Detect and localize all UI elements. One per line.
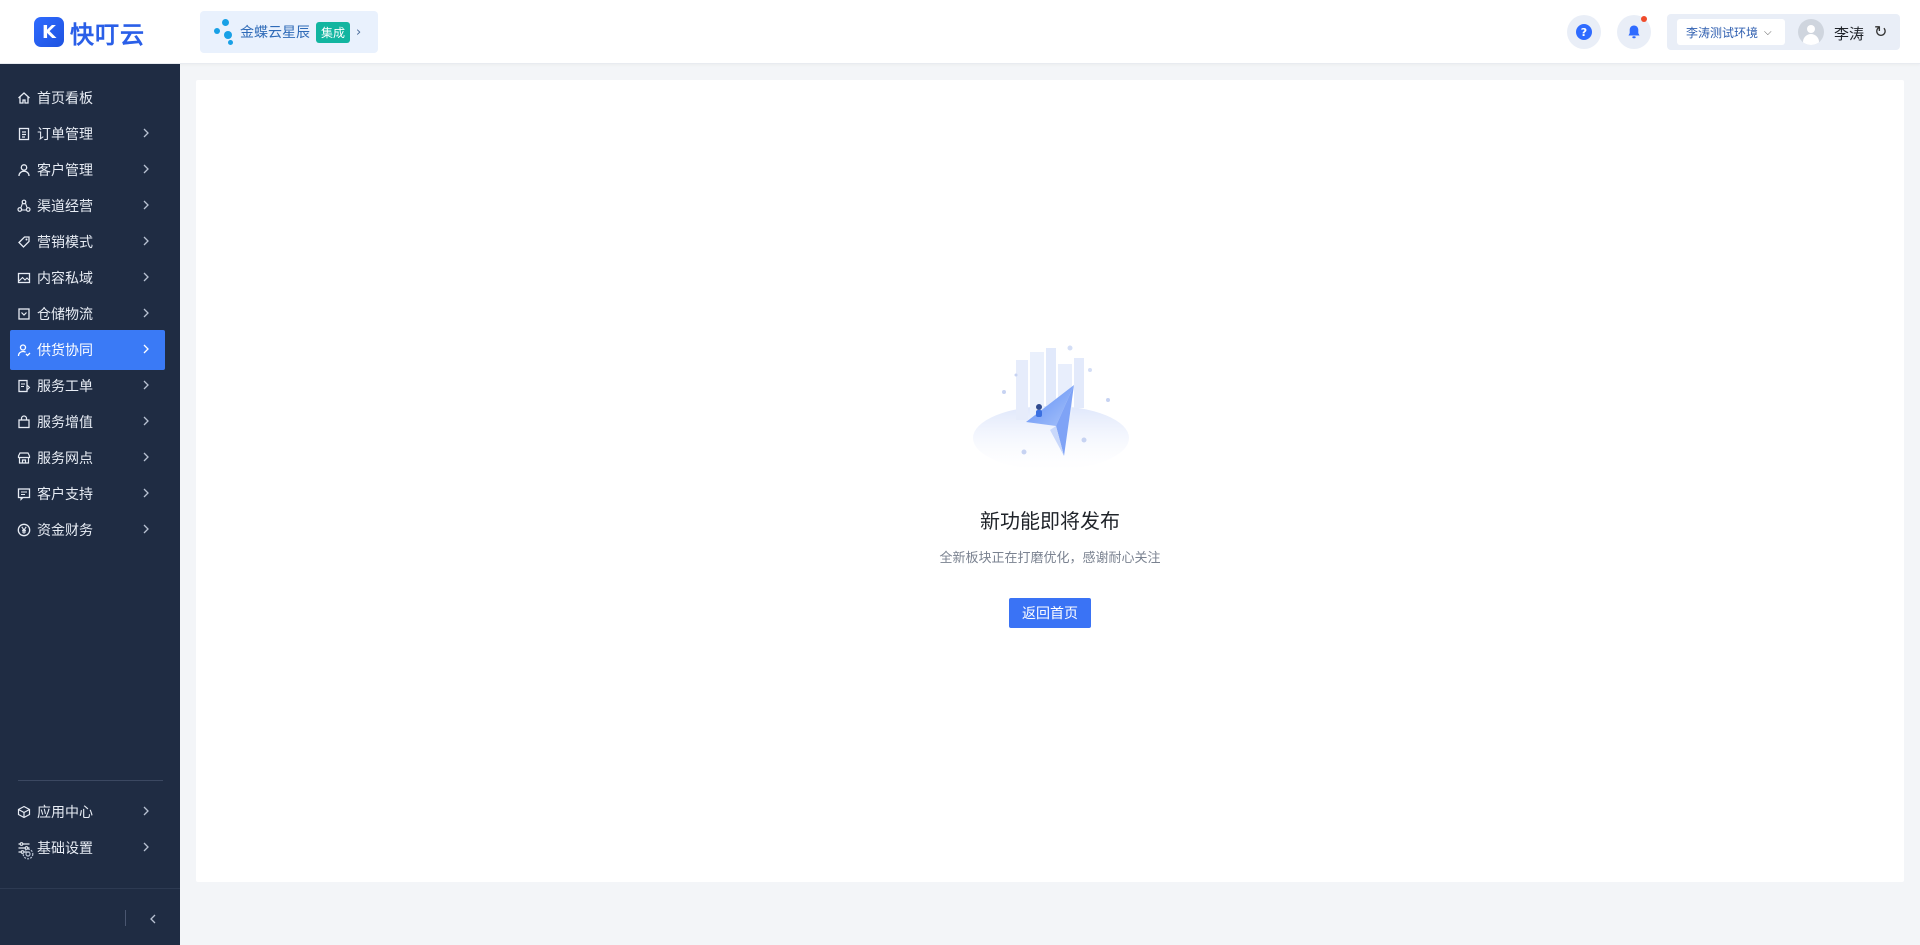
page-subtitle: 全新板块正在打磨优化，感谢耐心关注 [939, 551, 1161, 566]
help-icon: ? [1576, 24, 1592, 40]
sidebar-item-finance[interactable]: 资金财务 [10, 510, 165, 550]
user-panel: 李涛测试环境 ⌵ 李涛 ↻ [1667, 14, 1900, 50]
bag-icon [17, 415, 31, 429]
chevron-right-icon [139, 840, 153, 854]
ticket-icon [17, 379, 31, 393]
sidebar-item-supply[interactable]: 供货协同 [10, 330, 165, 370]
back-to-home-button[interactable]: 返回首页 [1009, 598, 1091, 628]
sidebar-item-label: 营销模式 [37, 235, 93, 251]
paper-plane-illustration [973, 345, 1129, 470]
sidebar-item-dashboard[interactable]: 首页看板 [10, 78, 165, 118]
chevron-right-icon [139, 162, 153, 176]
supply-icon [17, 343, 31, 357]
chevron-right-icon [139, 234, 153, 248]
sidebar-item-orders[interactable]: 订单管理 [10, 114, 165, 154]
brand-mark-icon: K [34, 17, 64, 47]
brand-name: 快叮云 [70, 20, 145, 49]
partner-badge: 集成 [316, 21, 351, 43]
refresh-icon[interactable]: ↻ [1874, 22, 1887, 41]
page-title: 新功能即将发布 [980, 509, 1120, 533]
sidebar-item-label: 服务网点 [37, 451, 93, 467]
sidebar-item-label: 服务工单 [37, 379, 93, 395]
user-name[interactable]: 李涛 [1834, 23, 1864, 44]
brand-logo[interactable]: K 快叮云 [34, 17, 145, 49]
notifications-button[interactable] [1617, 15, 1651, 49]
sidebar-item-customers[interactable]: 客户管理 [10, 150, 165, 190]
environment-select[interactable]: 李涛测试环境 ⌵ [1677, 19, 1785, 45]
channel-icon [17, 199, 31, 213]
partner-logo-icon [214, 19, 236, 45]
partner-integration-button[interactable]: 金蝶云星辰 集成 › [200, 11, 378, 53]
chevron-right-icon [139, 198, 153, 212]
chevron-right-icon: › [356, 24, 362, 40]
partner-name: 金蝶云星辰 [240, 25, 310, 41]
sidebar-item-warehouse[interactable]: 仓储物流 [10, 294, 165, 334]
chevron-right-icon [139, 522, 153, 536]
collapse-sidebar-icon[interactable] [146, 911, 160, 925]
support-icon [17, 487, 31, 501]
sidebar-item-label: 服务增值 [37, 415, 93, 431]
sidebar-footer-separator [125, 910, 126, 926]
sidebar-item-label: 基础设置 [37, 841, 93, 857]
bell-icon [1628, 25, 1640, 39]
store-icon [17, 451, 31, 465]
clipboard-icon [17, 127, 31, 141]
top-header: K 快叮云 金蝶云星辰 集成 › ? 李涛测试环境 ⌵ 李涛 ↻ [0, 0, 1920, 64]
environment-select-value: 李涛测试环境 [1686, 25, 1759, 40]
tag-icon [17, 235, 31, 249]
user-icon [17, 163, 31, 177]
sidebar-item-label: 渠道经营 [37, 199, 93, 215]
sidebar-item-label: 应用中心 [37, 805, 93, 821]
sidebar-item-service-orders[interactable]: 服务工单 [10, 366, 165, 406]
sidebar-item-label: 供货协同 [37, 343, 93, 359]
box-icon [17, 307, 31, 321]
chevron-right-icon [139, 450, 153, 464]
sidebar-item-label: 资金财务 [37, 523, 93, 539]
help-button[interactable]: ? [1567, 15, 1601, 49]
sidebar-item-label: 内容私域 [37, 271, 93, 287]
sidebar-item-label: 客户管理 [37, 163, 93, 179]
gear-icon[interactable] [21, 846, 35, 860]
sidebar-item-app-center[interactable]: 应用中心 [10, 792, 165, 832]
yen-icon [17, 523, 31, 537]
chevron-right-icon [139, 306, 153, 320]
image-icon [17, 271, 31, 285]
chevron-right-icon [139, 270, 153, 284]
sidebar: 首页看板 订单管理 客户管理 渠道经营 营销模式 内容私域 仓储物流 供货协同 … [0, 64, 180, 945]
chevron-down-icon: ⌵ [1764, 26, 1772, 38]
sidebar-item-label: 首页看板 [37, 91, 93, 107]
sidebar-item-value-added[interactable]: 服务增值 [10, 402, 165, 442]
notification-dot [1641, 16, 1647, 22]
sidebar-item-marketing[interactable]: 营销模式 [10, 222, 165, 262]
sidebar-item-channels[interactable]: 渠道经营 [10, 186, 165, 226]
home-icon [17, 91, 31, 105]
sidebar-item-label: 订单管理 [37, 127, 93, 143]
chevron-right-icon [139, 414, 153, 428]
chevron-right-icon [139, 126, 153, 140]
sidebar-footer-divider [0, 888, 180, 889]
main-content: 新功能即将发布 全新板块正在打磨优化，感谢耐心关注 返回首页 [196, 80, 1904, 882]
sidebar-item-service-outlets[interactable]: 服务网点 [10, 438, 165, 478]
avatar[interactable] [1798, 19, 1824, 45]
chevron-right-icon [139, 342, 153, 356]
cube-icon [17, 805, 31, 819]
chevron-right-icon [139, 486, 153, 500]
chevron-right-icon [139, 378, 153, 392]
chevron-right-icon [139, 804, 153, 818]
sidebar-item-customer-support[interactable]: 客户支持 [10, 474, 165, 514]
sidebar-divider [18, 780, 163, 781]
sidebar-item-label: 仓储物流 [37, 307, 93, 323]
sidebar-item-content[interactable]: 内容私域 [10, 258, 165, 298]
sidebar-item-label: 客户支持 [37, 487, 93, 503]
